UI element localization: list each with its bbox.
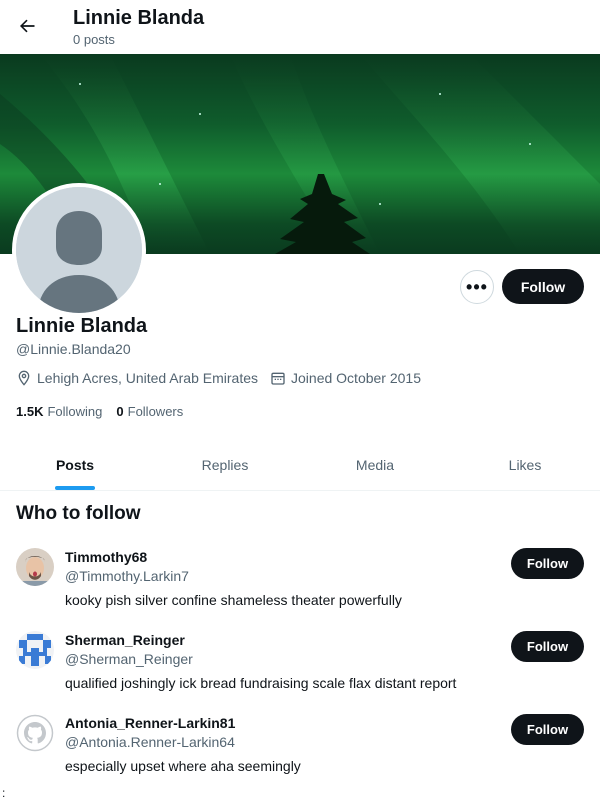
tab-replies[interactable]: Replies [150,440,300,490]
github-octocat-icon [16,714,54,752]
tab-posts[interactable]: Posts [0,440,150,490]
location-text: Lehigh Acres, United Arab Emirates [37,370,259,386]
suggestion-name[interactable]: Sherman_Reinger [65,632,185,648]
profile-handle: @Linnie.Blanda20 [16,341,131,357]
user-photo-icon [16,548,54,586]
suggestion-item[interactable]: Antonia_Renner-Larkin81 @Antonia.Renner-… [0,714,600,794]
following-count: 1.5K [16,404,44,419]
profile-stats: 1.5K Following 0 Followers [16,404,197,419]
joined-text: Joined October 2015 [291,370,421,386]
followers-label: Followers [127,404,184,419]
suggestion-item[interactable]: Sherman_Reinger @Sherman_Reinger qualifi… [0,631,600,711]
suggestion-handle: @Sherman_Reinger [65,651,193,667]
top-bar: Linnie Blanda 0 posts [0,0,600,53]
tab-likes[interactable]: Likes [450,440,600,490]
arrow-left-icon [20,19,35,33]
suggestion-bio: kooky pish silver confine shameless thea… [65,592,402,608]
following-link[interactable]: 1.5K Following [16,404,102,419]
who-to-follow-heading: Who to follow [16,503,141,524]
profile-meta: Lehigh Acres, United Arab Emirates Joine… [16,370,433,386]
calendar-icon [271,372,285,385]
following-label: Following [47,404,103,419]
suggestion-bio: especially upset where aha seemingly [65,758,301,774]
profile-tabs: Posts Replies Media Likes [0,440,600,491]
suggestion-name[interactable]: Antonia_Renner-Larkin81 [65,715,235,731]
followers-count: 0 [116,404,124,419]
suggestion-bio: qualified joshingly ick bread fundraisin… [65,675,457,691]
more-options-button[interactable]: ••• [460,270,494,304]
page-title: Linnie Blanda [73,7,205,29]
follow-button[interactable]: Follow [511,631,584,662]
suggestion-item[interactable]: Timmothy68 @Timmothy.Larkin7 kooky pish … [0,548,600,628]
identicon-icon [16,631,54,669]
profile-avatar[interactable] [12,183,146,317]
profile-name: Linnie Blanda [16,315,148,337]
post-count: 0 posts [73,32,115,47]
followers-link[interactable]: 0 Followers [116,404,183,419]
location-pin-icon [18,370,30,386]
follow-button[interactable]: Follow [502,269,584,304]
suggestion-name[interactable]: Timmothy68 [65,549,147,565]
avatar[interactable] [16,714,54,752]
follow-button[interactable]: Follow [511,548,584,579]
suggestion-handle: @Antonia.Renner-Larkin64 [65,734,235,750]
joined-item: Joined October 2015 [270,370,421,386]
stray-text: : [2,786,6,800]
location-item: Lehigh Acres, United Arab Emirates [16,370,258,386]
default-avatar-icon [16,187,142,313]
follow-button[interactable]: Follow [511,714,584,745]
tab-media[interactable]: Media [300,440,450,490]
back-button[interactable] [10,9,44,43]
avatar[interactable] [16,631,54,669]
suggestion-handle: @Timmothy.Larkin7 [65,568,189,584]
avatar[interactable] [16,548,54,586]
